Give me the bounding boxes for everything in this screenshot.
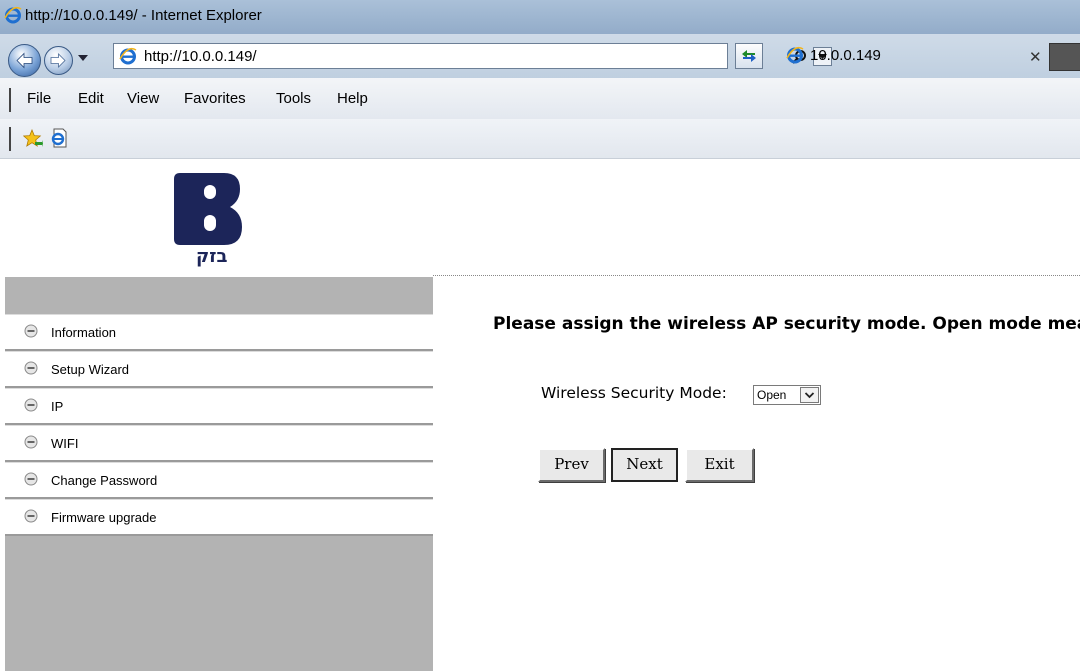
- menu-tools[interactable]: Tools: [276, 90, 311, 107]
- sidebar-item-change-password[interactable]: Change Password: [5, 462, 433, 499]
- sidebar-item-label: IP: [51, 399, 64, 414]
- address-toolbar: http://10.0.0.149/ 10.0.0.149 ✕: [0, 34, 1080, 79]
- bullet-icon: [24, 324, 38, 338]
- menu-bar: File Edit View Favorites Tools Help: [0, 78, 1080, 120]
- ie-page-icon: [119, 47, 137, 65]
- sidebar-item-label: Setup Wizard: [51, 362, 130, 377]
- page-icon[interactable]: [49, 128, 69, 148]
- address-url: http://10.0.0.149/: [144, 48, 257, 65]
- security-mode-select[interactable]: Open: [753, 385, 821, 405]
- ie-logo-icon: [4, 6, 22, 24]
- bullet-icon: [24, 472, 38, 486]
- sidebar-item-ip[interactable]: IP: [5, 388, 433, 425]
- sidebar-item-label: WIFI: [51, 436, 79, 451]
- back-arrow-icon: [16, 52, 33, 69]
- bullet-icon: [24, 361, 38, 375]
- refresh-button[interactable]: [735, 43, 763, 69]
- menu-view[interactable]: View: [127, 90, 159, 107]
- new-tab-button[interactable]: [1049, 43, 1080, 71]
- menu-help[interactable]: Help: [337, 90, 368, 107]
- sidebar: Information Setup Wizard IP WIFI Change …: [5, 277, 433, 671]
- next-button[interactable]: Next: [611, 448, 678, 482]
- tab-10-0-0-149[interactable]: 10.0.0.149: [776, 42, 1008, 70]
- logo-text: בזק: [196, 246, 228, 267]
- chevron-down-icon: [804, 392, 815, 399]
- favorites-star-icon[interactable]: [23, 129, 43, 149]
- sidebar-item-label: Information: [51, 325, 117, 340]
- window-titlebar: http://10.0.0.149/ - Internet Explorer: [0, 0, 1080, 34]
- close-icon[interactable]: ✕: [1029, 48, 1042, 66]
- bullet-icon: [24, 509, 38, 523]
- tab-title: 10.0.0.149: [810, 47, 881, 64]
- bullet-icon: [24, 398, 38, 412]
- toolbar-grip: [9, 88, 11, 112]
- sidebar-item-label: Change Password: [51, 473, 158, 488]
- sidebar-item-firmware-upgrade[interactable]: Firmware upgrade: [5, 499, 433, 536]
- bullet-icon: [24, 435, 38, 449]
- forward-arrow-icon: [50, 53, 66, 68]
- menu-edit[interactable]: Edit: [78, 90, 104, 107]
- prev-button[interactable]: Prev: [538, 448, 605, 482]
- exit-button[interactable]: Exit: [685, 448, 754, 482]
- menu-favorites[interactable]: Favorites: [184, 90, 246, 107]
- security-mode-label: Wireless Security Mode:: [541, 384, 727, 402]
- instruction-text: Please assign the wireless AP security m…: [493, 314, 1080, 334]
- toolbar-grip: [9, 127, 11, 151]
- sidebar-nav: Information Setup Wizard IP WIFI Change …: [5, 314, 433, 536]
- favorites-bar: [0, 119, 1080, 159]
- sidebar-item-information[interactable]: Information: [5, 314, 433, 351]
- select-arrow: [800, 387, 819, 403]
- sidebar-item-setup-wizard[interactable]: Setup Wizard: [5, 351, 433, 388]
- bezeq-logo: [174, 173, 242, 245]
- history-dropdown-icon[interactable]: [78, 55, 88, 63]
- menu-file[interactable]: File: [27, 90, 51, 107]
- ie-logo-icon: [786, 46, 804, 64]
- address-bar[interactable]: http://10.0.0.149/: [113, 43, 832, 69]
- security-mode-value: Open: [757, 388, 787, 402]
- sidebar-item-wifi[interactable]: WIFI: [5, 425, 433, 462]
- window-title: http://10.0.0.149/ - Internet Explorer: [25, 7, 262, 24]
- sidebar-item-label: Firmware upgrade: [51, 510, 157, 525]
- divider: [433, 275, 1080, 276]
- forward-button[interactable]: [44, 46, 73, 75]
- back-button[interactable]: [8, 44, 41, 77]
- refresh-icon: [742, 50, 756, 62]
